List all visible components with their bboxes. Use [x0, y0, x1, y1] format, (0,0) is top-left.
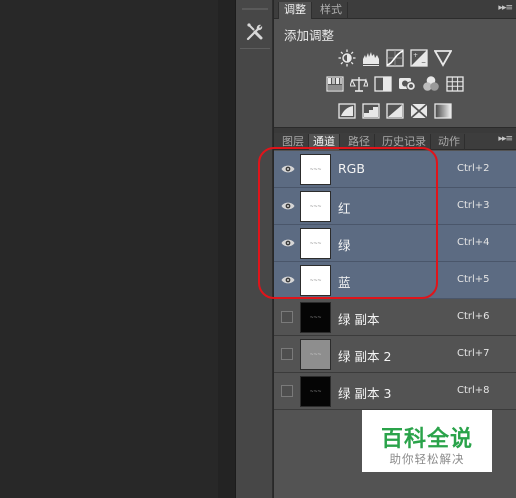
- black-white-icon[interactable]: [373, 73, 394, 94]
- panel-menu-icon[interactable]: ▸▸≡: [498, 134, 513, 144]
- channel-row[interactable]: ~~~ RGB Ctrl+2: [274, 151, 516, 188]
- panel-menu-icon[interactable]: ▸▸≡: [498, 3, 513, 13]
- tab-history[interactable]: 历史记录: [378, 134, 431, 150]
- channel-shortcut: Ctrl+7: [457, 348, 490, 359]
- tab-paths[interactable]: 路径: [344, 134, 375, 150]
- tab-layers[interactable]: 图层: [278, 134, 309, 150]
- collapsed-panel-strip: [235, 0, 273, 498]
- photo-filter-icon[interactable]: [397, 73, 418, 94]
- channel-shortcut: Ctrl+5: [457, 274, 490, 285]
- strip-grip[interactable]: [242, 8, 268, 10]
- channel-shortcut: Ctrl+4: [457, 237, 490, 248]
- channel-shortcut: Ctrl+2: [457, 163, 490, 174]
- channel-row[interactable]: ~~~ 绿 副本 3 Ctrl+8: [274, 373, 516, 410]
- document-canvas: [0, 0, 218, 498]
- watermark-title: 百科全说: [380, 427, 473, 452]
- invert-icon[interactable]: [337, 100, 358, 121]
- strip-separator: [240, 48, 270, 49]
- watermark-logo: 百科全说 助你轻松解决: [362, 410, 492, 472]
- tab-actions[interactable]: 动作: [434, 134, 465, 150]
- channel-mixer-icon[interactable]: [421, 73, 442, 94]
- channel-thumbnail: ~~~: [300, 228, 331, 259]
- channels-tabbar: 图层 通道 路径 历史记录 动作 ▸▸≡: [274, 133, 516, 150]
- levels-icon[interactable]: [361, 47, 382, 68]
- brightness-contrast-icon[interactable]: [337, 47, 358, 68]
- adjustments-tabbar: 调整 样式 ▸▸≡: [274, 0, 516, 19]
- eye-icon[interactable]: [280, 161, 296, 177]
- channel-row[interactable]: ~~~ 绿 Ctrl+4: [274, 225, 516, 262]
- channel-thumbnail: ~~~: [300, 376, 331, 407]
- selective-color-icon[interactable]: [409, 100, 430, 121]
- tab-adjustments[interactable]: 调整: [278, 2, 312, 19]
- channel-shortcut: Ctrl+3: [457, 200, 490, 211]
- channel-row[interactable]: ~~~ 红 Ctrl+3: [274, 188, 516, 225]
- eye-icon[interactable]: [280, 198, 296, 214]
- adjustment-icon-row-3: [274, 100, 516, 121]
- color-lookup-icon[interactable]: [445, 73, 466, 94]
- gradient-map-icon[interactable]: [433, 100, 454, 121]
- channel-name: RGB: [338, 161, 365, 176]
- channel-shortcut: Ctrl+6: [457, 311, 490, 322]
- visibility-toggle[interactable]: [281, 348, 293, 360]
- tools-icon[interactable]: [241, 20, 269, 44]
- channel-row[interactable]: ~~~ 绿 副本 2 Ctrl+7: [274, 336, 516, 373]
- channel-thumbnail: ~~~: [300, 191, 331, 222]
- adjustments-title: 添加调整: [284, 28, 335, 43]
- svg-text:+: +: [413, 52, 418, 59]
- channel-row[interactable]: ~~~ 蓝 Ctrl+5: [274, 262, 516, 299]
- adjustment-icon-row-1: + −: [274, 47, 516, 68]
- visibility-toggle[interactable]: [281, 311, 293, 323]
- vibrance-icon[interactable]: [433, 47, 454, 68]
- channel-thumbnail: ~~~: [300, 265, 331, 296]
- svg-text:−: −: [421, 59, 426, 66]
- channel-name: 绿 副本 2: [338, 349, 392, 364]
- color-balance-icon[interactable]: [349, 73, 370, 94]
- channel-name: 绿 副本: [338, 312, 380, 327]
- channel-name: 红: [338, 201, 351, 216]
- channel-shortcut: Ctrl+8: [457, 385, 490, 396]
- channel-thumbnail: ~~~: [300, 302, 331, 333]
- tab-styles[interactable]: 样式: [315, 2, 348, 19]
- hue-saturation-icon[interactable]: [325, 73, 346, 94]
- channel-name: 蓝: [338, 275, 351, 290]
- channel-thumbnail: ~~~: [300, 339, 331, 370]
- channel-name: 绿 副本 3: [338, 386, 392, 401]
- channel-row[interactable]: ~~~ 绿 副本 Ctrl+6: [274, 299, 516, 336]
- channel-name: 绿: [338, 238, 351, 253]
- eye-icon[interactable]: [280, 272, 296, 288]
- threshold-icon[interactable]: [385, 100, 406, 121]
- posterize-icon[interactable]: [361, 100, 382, 121]
- adjustment-icon-row-2: [274, 73, 516, 94]
- channel-thumbnail: ~~~: [300, 154, 331, 185]
- visibility-toggle[interactable]: [281, 385, 293, 397]
- adjustments-panel: 调整 样式 ▸▸≡ 添加调整 + −: [274, 0, 516, 128]
- eye-icon[interactable]: [280, 235, 296, 251]
- panel-gutter: [218, 0, 235, 498]
- exposure-icon[interactable]: + −: [409, 47, 430, 68]
- watermark-subtitle: 助你轻松解决: [389, 452, 465, 466]
- tab-channels[interactable]: 通道: [308, 134, 340, 150]
- curves-icon[interactable]: [385, 47, 406, 68]
